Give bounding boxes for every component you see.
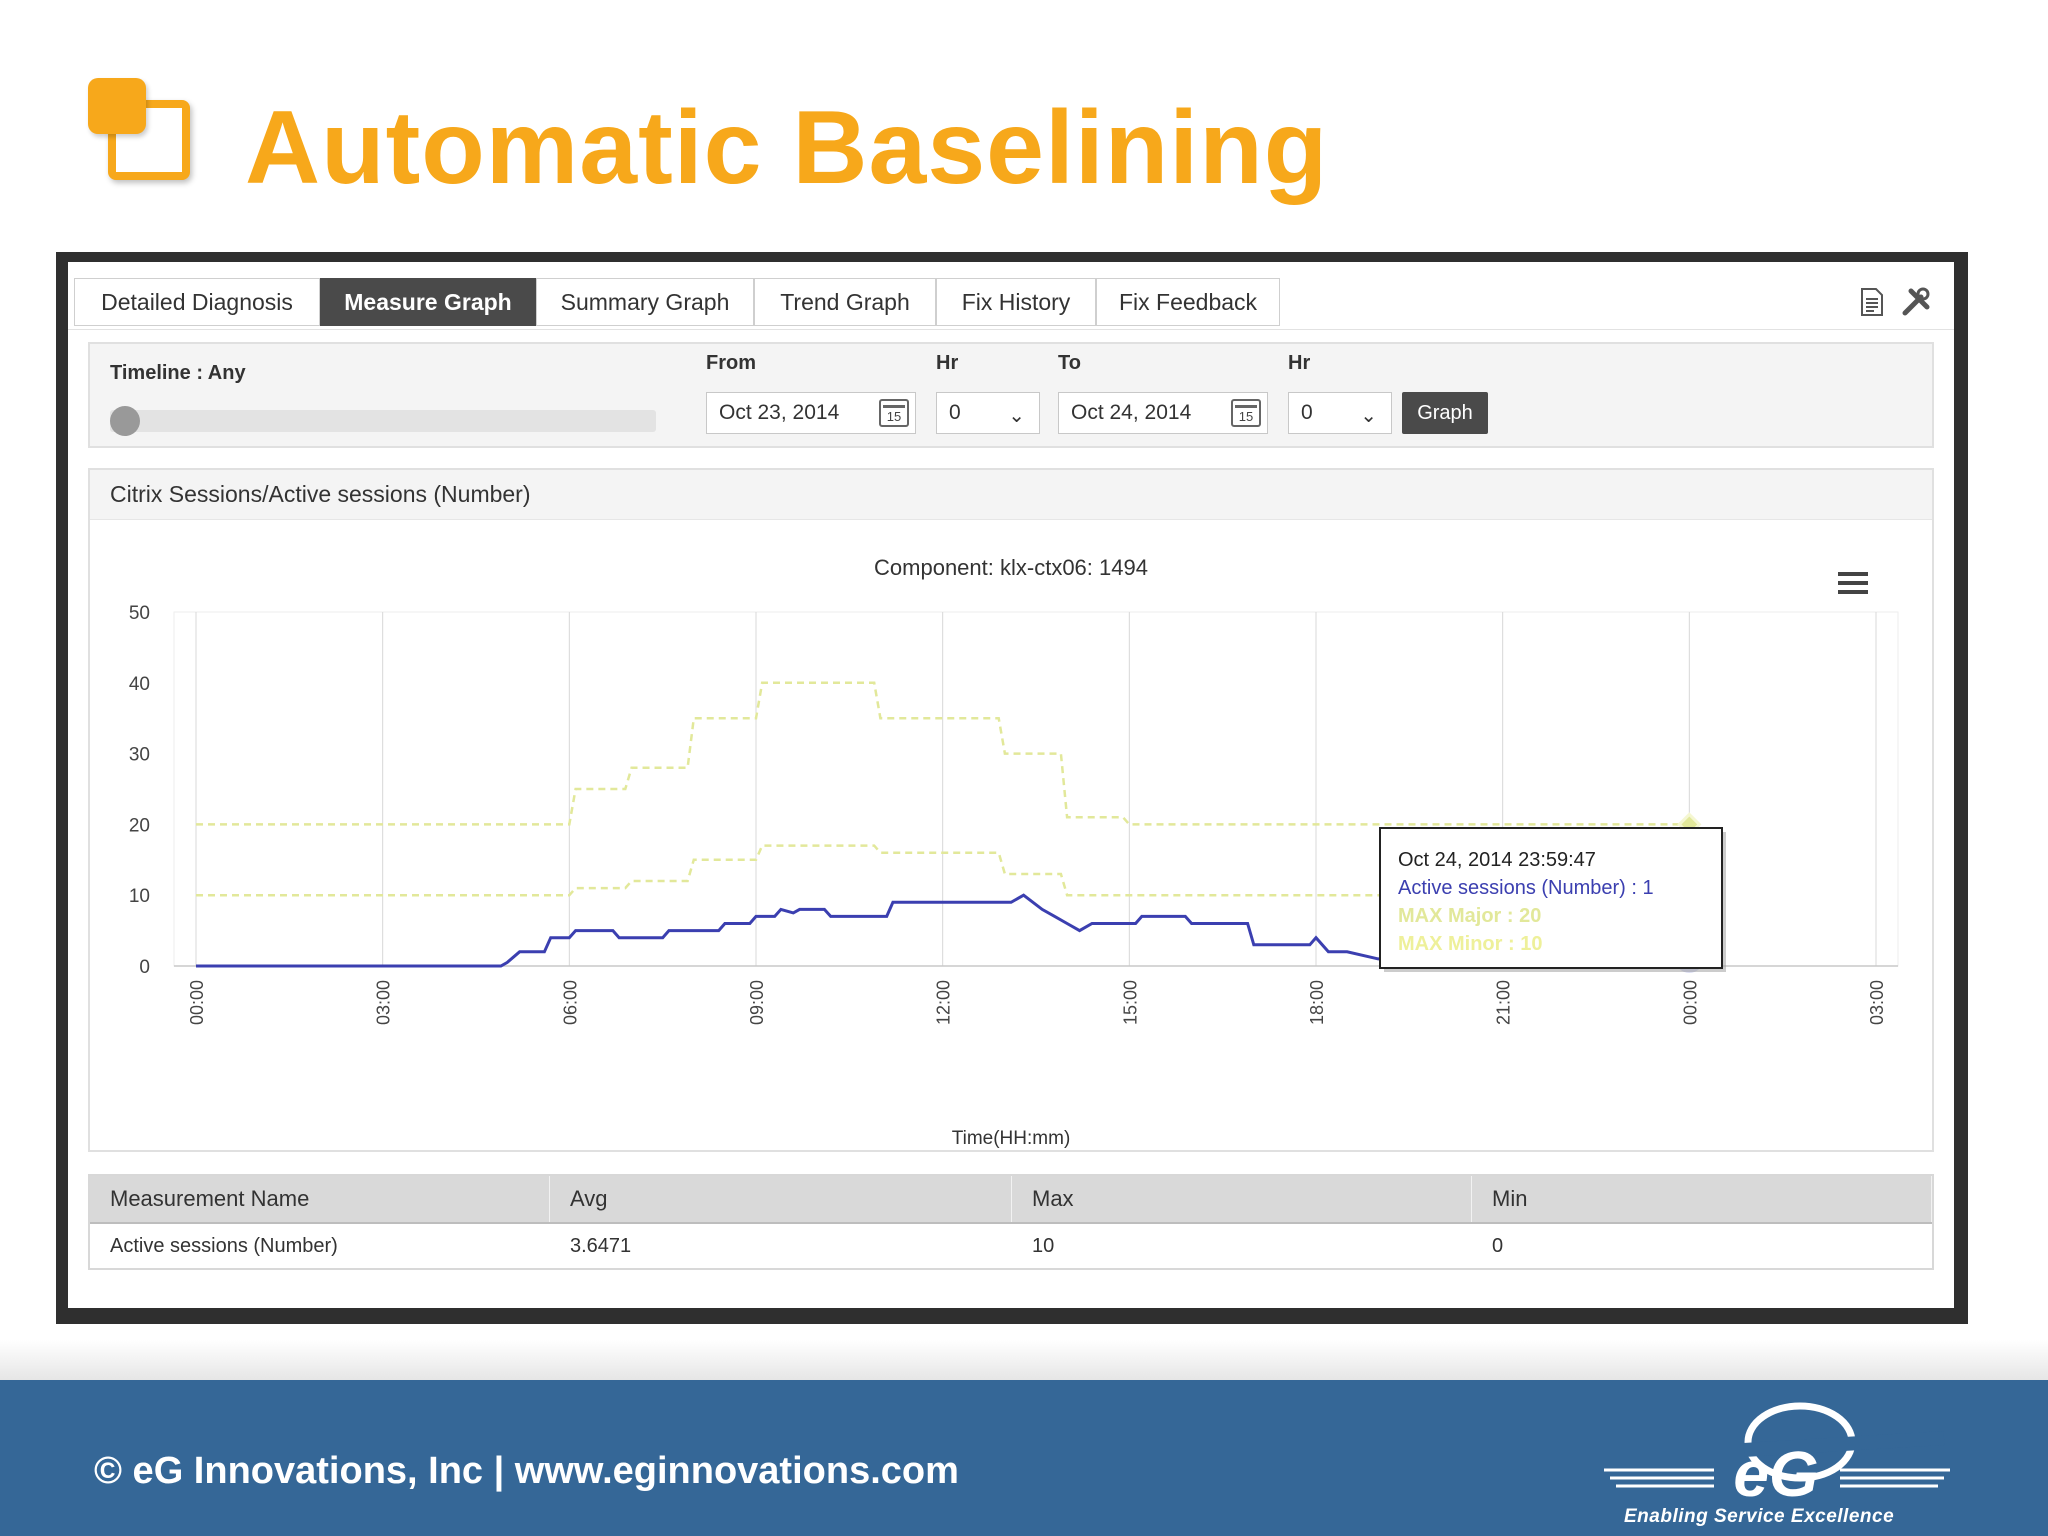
x-tick-label: 00:00 xyxy=(187,980,207,1025)
tooltip-max-minor: MAX Minor : 10 xyxy=(1398,933,1542,955)
logo-square-filled xyxy=(88,78,146,134)
chart-menu-icon[interactable] xyxy=(1838,572,1868,594)
to-hour-value: 0 xyxy=(1301,401,1313,424)
tab-fix-history[interactable]: Fix History xyxy=(936,278,1096,326)
to-label: To xyxy=(1058,352,1081,374)
brand-text: eG xyxy=(1733,1438,1818,1508)
measure-graph-window: Detailed Diagnosis Measure Graph Summary… xyxy=(68,262,1954,1308)
x-tick-label: 03:00 xyxy=(1867,980,1887,1025)
chevron-down-icon: ⌄ xyxy=(1008,405,1025,427)
x-tick-label: 21:00 xyxy=(1494,980,1514,1025)
chevron-down-icon: ⌄ xyxy=(1360,405,1377,427)
timeline-label: Timeline : Any xyxy=(110,362,246,384)
from-date-field[interactable]: Oct 23, 2014 15 xyxy=(706,392,916,434)
table-cell: 3.6471 xyxy=(570,1234,632,1257)
to-date-field[interactable]: Oct 24, 2014 15 xyxy=(1058,392,1268,434)
footer-shadow xyxy=(0,1340,2048,1380)
x-axis-label: Time(HH:mm) xyxy=(952,1128,1071,1149)
timeline-slider-handle[interactable] xyxy=(110,406,140,436)
calendar-day: 15 xyxy=(886,409,902,424)
calendar-day: 15 xyxy=(1238,409,1254,424)
chart-panel: Citrix Sessions/Active sessions (Number)… xyxy=(88,468,1934,1152)
x-tick-label: 00:00 xyxy=(1680,980,1700,1025)
slide-logo-squares xyxy=(88,78,198,188)
table-header-row: Measurement Name Avg Max Min xyxy=(90,1176,1932,1224)
tab-measure-graph[interactable]: Measure Graph xyxy=(320,278,536,326)
timeline-panel: Timeline : Any From Oct 23, 2014 15 Hr 0… xyxy=(88,342,1934,448)
from-hour-value: 0 xyxy=(949,401,961,424)
brand-tagline: Enabling Service Excellence xyxy=(1624,1506,1895,1527)
calendar-icon[interactable]: 15 xyxy=(879,399,909,427)
chart-title: Component: klx-ctx06: 1494 xyxy=(874,555,1148,580)
eg-brand-logo: eG Enabling Service Excellence xyxy=(1604,1398,1950,1528)
tooltip-max-major: MAX Major : 20 xyxy=(1398,905,1541,927)
column-header: Avg xyxy=(550,1176,1012,1222)
x-tick-label: 09:00 xyxy=(747,980,767,1025)
y-tick-label: 20 xyxy=(129,815,150,836)
to-hr-label: Hr xyxy=(1288,352,1311,374)
measurement-table: Measurement Name Avg Max Min Active sess… xyxy=(88,1174,1934,1270)
slide-footer: © eG Innovations, Inc | www.eginnovation… xyxy=(0,1380,2048,1536)
screenshot-frame: Detailed Diagnosis Measure Graph Summary… xyxy=(56,252,1968,1324)
y-tick-label: 50 xyxy=(129,603,150,624)
x-tick-label: 18:00 xyxy=(1307,980,1327,1025)
to-date-value: Oct 24, 2014 xyxy=(1071,401,1192,424)
tooltip-active-sessions: Active sessions (Number) : 1 xyxy=(1398,877,1654,899)
y-tick-label: 10 xyxy=(129,886,150,907)
from-label: From xyxy=(706,352,756,374)
graph-button[interactable]: Graph xyxy=(1402,392,1488,434)
calendar-icon[interactable]: 15 xyxy=(1231,399,1261,427)
column-header: Measurement Name xyxy=(90,1176,550,1222)
column-header: Min xyxy=(1472,1176,1932,1222)
slide-title: Automatic Baselining xyxy=(245,90,1329,206)
eg-logo-icon: eG xyxy=(1604,1402,1950,1510)
table-cell: 10 xyxy=(1032,1234,1055,1257)
from-hr-label: Hr xyxy=(936,352,959,374)
x-tick-label: 12:00 xyxy=(934,980,954,1025)
tab-summary-graph[interactable]: Summary Graph xyxy=(536,278,754,326)
table-cell: 0 xyxy=(1492,1234,1504,1257)
timeline-slider[interactable] xyxy=(110,406,656,436)
table-row: Active sessions (Number) 3.6471 10 0 xyxy=(90,1224,1932,1268)
chart-panel-heading: Citrix Sessions/Active sessions (Number) xyxy=(90,470,1932,520)
tools-icon[interactable] xyxy=(1900,286,1932,318)
tab-bar: Detailed Diagnosis Measure Graph Summary… xyxy=(68,262,1954,330)
document-icon[interactable] xyxy=(1856,286,1888,318)
from-hour-select[interactable]: 0 ⌄ xyxy=(936,392,1040,434)
x-tick-label: 06:00 xyxy=(560,980,580,1025)
x-tick-label: 15:00 xyxy=(1120,980,1140,1025)
column-header: Max xyxy=(1012,1176,1472,1222)
table-cell: Active sessions (Number) xyxy=(110,1234,338,1257)
footer-copyright: © eG Innovations, Inc | www.eginnovation… xyxy=(94,1450,959,1492)
y-tick-label: 0 xyxy=(139,957,150,978)
tooltip-time: Oct 24, 2014 23:59:47 xyxy=(1398,849,1596,871)
to-hour-select[interactable]: 0 ⌄ xyxy=(1288,392,1392,434)
y-tick-label: 40 xyxy=(129,674,150,695)
tab-trend-graph[interactable]: Trend Graph xyxy=(754,278,936,326)
tab-detailed-diagnosis[interactable]: Detailed Diagnosis xyxy=(74,278,320,326)
line-chart: 00:00 03:00 06:00 09:00 12:00 15:00 18:00 21:00… xyxy=(129,555,1899,1149)
y-tick-label: 30 xyxy=(129,745,150,766)
x-tick-label: 03:00 xyxy=(374,980,394,1025)
tab-fix-feedback[interactable]: Fix Feedback xyxy=(1096,278,1280,326)
from-date-value: Oct 23, 2014 xyxy=(719,401,840,424)
